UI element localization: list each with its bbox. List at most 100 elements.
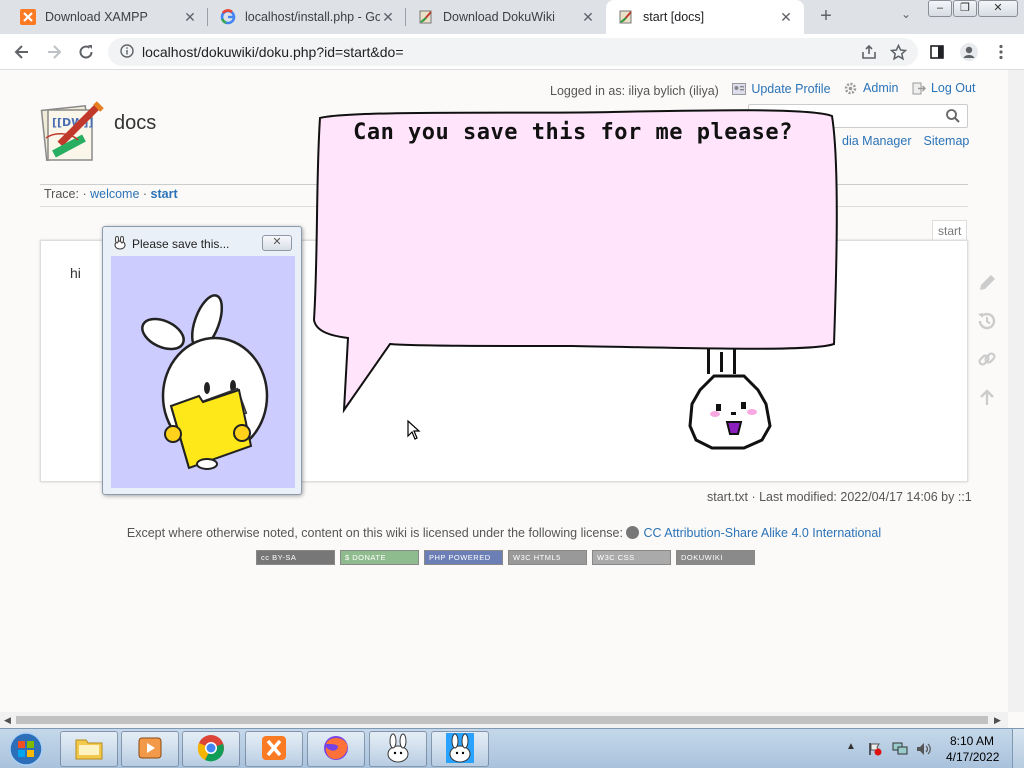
popup-title: Please save this... (132, 237, 230, 251)
admin-link[interactable]: Admin (844, 81, 898, 95)
logout-icon (912, 82, 926, 95)
license-link[interactable]: CC Attribution-Share Alike 4.0 Internati… (643, 526, 881, 540)
chrome-icon (197, 734, 225, 765)
window-close-button[interactable]: ✕ (978, 0, 1018, 17)
horizontal-scrollbar[interactable]: ◀ ▶ (0, 712, 1008, 728)
back-to-top-icon[interactable] (976, 386, 998, 408)
google-icon (220, 9, 236, 25)
logged-in-label: Logged in as: iliya bylich (iliya) (550, 84, 719, 98)
bookmark-star-icon[interactable] (887, 41, 909, 63)
clock-time[interactable]: 8:10 AM (950, 734, 994, 748)
vertical-scrollbar[interactable] (1008, 70, 1024, 712)
kebab-menu-icon[interactable] (990, 41, 1012, 63)
volume-speaker-icon[interactable] (916, 742, 931, 756)
url-text: localhost/dokuwiki/doku.php?id=start&do= (142, 44, 404, 60)
popup-close-button[interactable]: ✕ (262, 235, 292, 251)
tab-search-chevron-icon[interactable]: ⌄ (896, 7, 916, 27)
badge-cc-by-sa[interactable]: cc BY-SA (256, 550, 335, 565)
license-notice: Except where otherwise noted, content on… (126, 526, 882, 540)
explorer-icon (74, 735, 104, 764)
old-revisions-icon[interactable] (976, 310, 998, 332)
bunny-icon (384, 733, 412, 766)
browser-toolbar: localhost/dokuwiki/doku.php?id=start&do= (0, 34, 1024, 70)
gear-icon (844, 82, 858, 95)
close-tab-icon[interactable]: ✕ (182, 9, 198, 26)
taskbar-firefox[interactable] (307, 731, 365, 767)
tab-start-docs[interactable]: start [docs] ✕ (606, 0, 804, 34)
new-tab-button[interactable]: + (814, 5, 838, 29)
speech-bubble-text: Can you save this for me please? (353, 120, 793, 145)
sitemap-link[interactable]: Sitemap (924, 134, 970, 148)
badge-dokuwiki[interactable]: DOKUWIKI (676, 550, 755, 565)
horizontal-scroll-thumb[interactable] (16, 716, 988, 724)
media-player-icon (136, 735, 164, 764)
media-manager-link[interactable]: dia Manager (842, 134, 912, 148)
badge-php-powered[interactable]: PHP POWERED (424, 550, 503, 565)
content-paragraph: hi (70, 265, 81, 281)
dokuwiki-logo[interactable]: [[DW]] (40, 98, 106, 164)
back-arrow-icon[interactable] (10, 40, 34, 64)
firefox-icon (322, 734, 350, 765)
profile-avatar-icon[interactable] (958, 41, 980, 63)
mouse-cursor-icon (407, 420, 421, 440)
bunny-icon (112, 235, 128, 250)
taskbar-chrome[interactable] (182, 731, 240, 767)
xampp-icon (260, 734, 288, 765)
pixel-bunny-character[interactable] (684, 346, 776, 454)
windows-taskbar: ▲ 8:10 AM 4/17/2022 (0, 728, 1024, 768)
badge-html5[interactable]: W3C HTML5 (508, 550, 587, 565)
show-hidden-icons-icon[interactable]: ▲ (846, 741, 860, 755)
wiki-title[interactable]: docs (114, 112, 156, 135)
backlinks-icon[interactable] (976, 348, 998, 370)
user-tools: Logged in as: iliya bylich (iliya) Updat… (550, 81, 975, 98)
action-center-flag-icon[interactable] (868, 742, 882, 756)
reload-icon[interactable] (74, 40, 98, 64)
search-icon[interactable] (945, 108, 961, 124)
xampp-icon (20, 9, 36, 25)
doc-info: start.txt · Last modified: 2022/04/17 14… (707, 490, 972, 504)
side-panel-icon[interactable] (926, 41, 948, 63)
show-desktop-button[interactable] (1012, 729, 1024, 768)
edit-pencil-icon[interactable] (976, 272, 998, 294)
close-tab-icon[interactable]: ✕ (778, 9, 794, 26)
minimize-button[interactable]: – (928, 0, 952, 17)
taskbar-media-player[interactable] (121, 731, 179, 767)
close-tab-icon[interactable]: ✕ (380, 9, 396, 26)
popup-image-area (111, 256, 295, 488)
taskbar-bunny-app-1[interactable] (369, 731, 427, 767)
badge-donate[interactable]: $ DONATE (340, 550, 419, 565)
site-info-icon[interactable] (120, 43, 134, 61)
close-tab-icon[interactable]: ✕ (580, 9, 596, 26)
forward-arrow-icon[interactable] (42, 40, 66, 64)
network-icon[interactable] (892, 742, 908, 756)
footer-badges: cc BY-SA $ DONATE PHP POWERED W3C HTML5 … (256, 550, 755, 565)
cc-license-icon (626, 526, 640, 539)
start-button[interactable] (6, 731, 46, 767)
scroll-left-icon[interactable]: ◀ (4, 715, 11, 726)
address-bar[interactable]: localhost/dokuwiki/doku.php?id=start&do= (108, 38, 918, 66)
breadcrumb: Trace: · welcome · start (44, 187, 178, 201)
taskbar-explorer[interactable] (60, 731, 118, 767)
tab-download-xampp[interactable]: Download XAMPP ✕ (8, 0, 208, 34)
logout-link[interactable]: Log Out (912, 81, 975, 95)
share-icon[interactable] (858, 41, 880, 63)
dokuwiki-icon (418, 9, 434, 25)
popup-titlebar[interactable]: Please save this... ✕ (103, 227, 301, 256)
clock-date[interactable]: 4/17/2022 (946, 750, 999, 764)
tab-install-php[interactable]: localhost/install.php - Go ✕ (208, 0, 406, 34)
save-popup-window[interactable]: Please save this... ✕ (102, 226, 302, 495)
maximize-button[interactable]: ❐ (953, 0, 977, 17)
bunny-icon (446, 732, 474, 766)
breadcrumb-welcome[interactable]: welcome (90, 187, 139, 201)
badge-css[interactable]: W3C CSS (592, 550, 671, 565)
page-id-label: start (932, 220, 968, 240)
browser-tab-strip: Download XAMPP ✕ localhost/install.php -… (0, 0, 1024, 34)
taskbar-bunny-app-2[interactable] (431, 731, 489, 767)
tab-download-dokuwiki[interactable]: Download DokuWiki ✕ (406, 0, 606, 34)
breadcrumb-start[interactable]: start (151, 187, 178, 201)
scroll-right-icon[interactable]: ▶ (994, 715, 1001, 726)
update-profile-link[interactable]: Update Profile (732, 82, 831, 96)
taskbar-xampp[interactable] (245, 731, 303, 767)
bunny-holding-folder-illustration (141, 294, 269, 470)
dokuwiki-icon (618, 9, 634, 25)
